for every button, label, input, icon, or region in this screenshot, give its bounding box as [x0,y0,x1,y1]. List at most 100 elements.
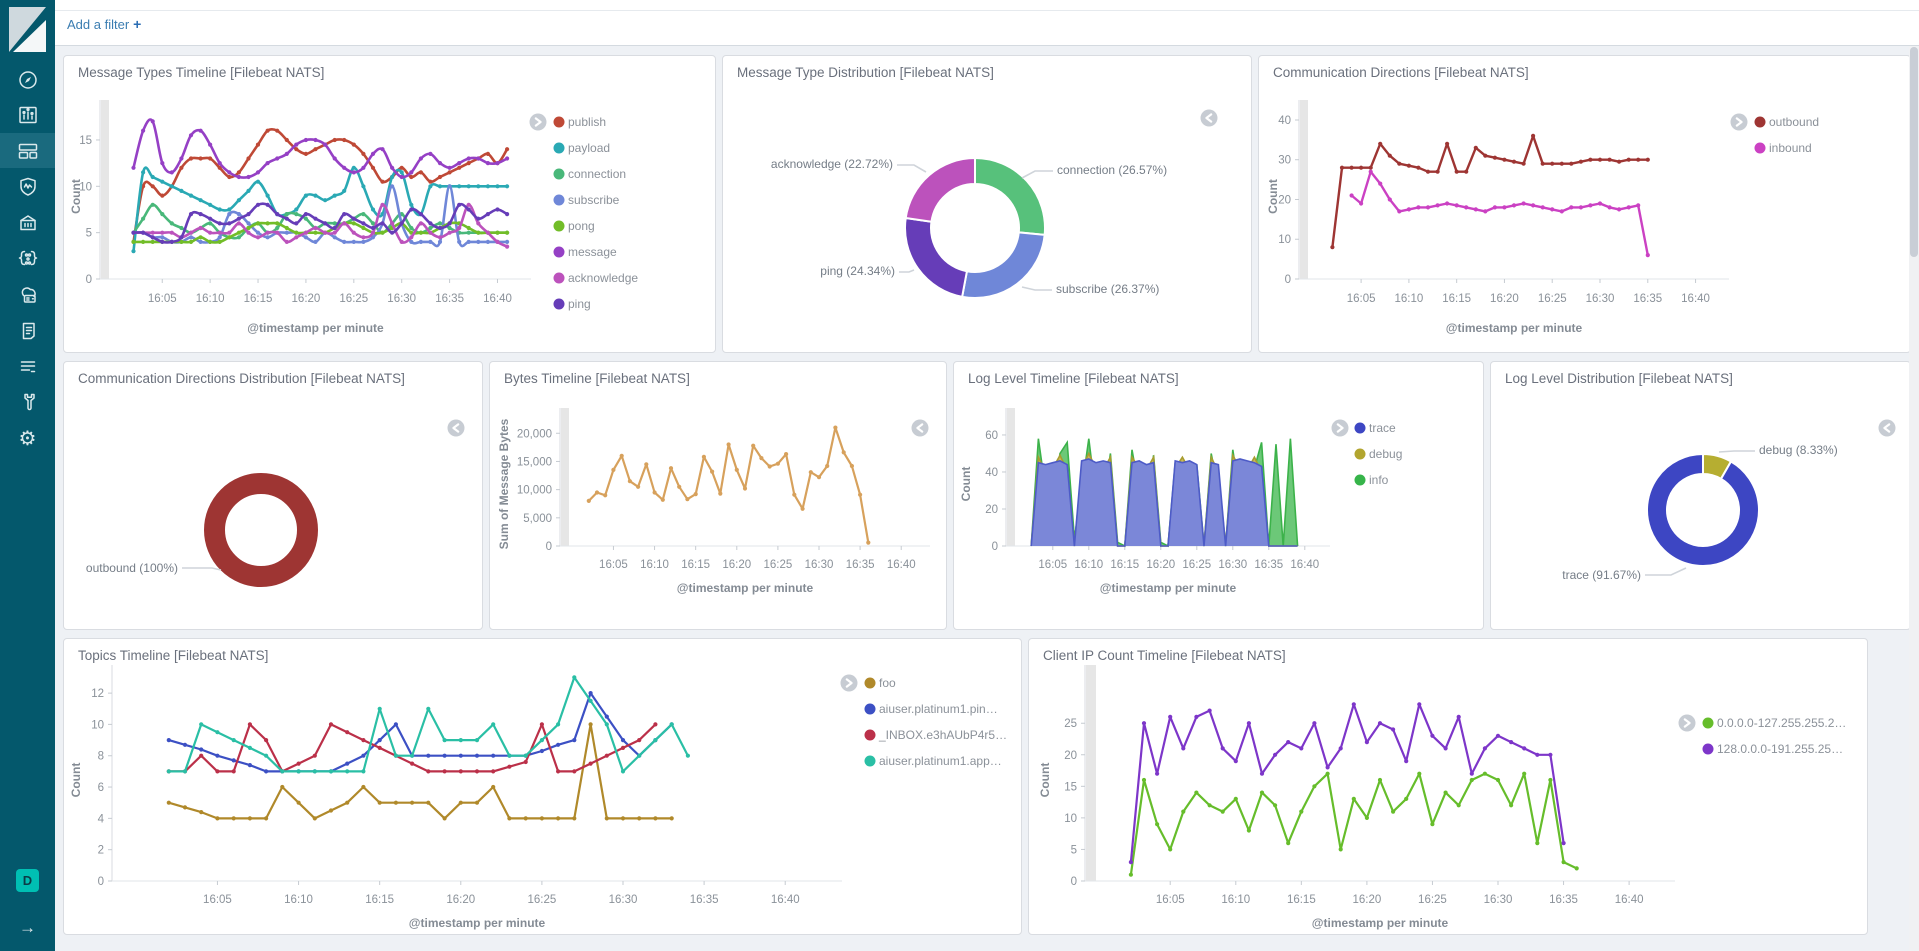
graph-nodes-icon[interactable] [0,241,55,276]
panel-message-types-timeline: Message Types Timeline [Filebeat NATS] 0… [63,55,716,353]
svg-text:16:30: 16:30 [609,894,638,906]
legend-item[interactable]: trace [1355,421,1397,435]
svg-text:40: 40 [985,467,998,479]
p9-chart-canvas[interactable]: 051015202516:0516:1016:1516:2016:2516:30… [1029,639,1867,934]
legend-item[interactable]: 128.0.0.0-191.255.25… [1703,742,1844,756]
svg-text:15,000: 15,000 [517,456,552,468]
svg-text:@timestamp per minute: @timestamp per minute [1312,916,1449,930]
donut-slice[interactable] [975,158,1045,235]
p1-chart-canvas[interactable]: 05101516:0516:1016:1516:2016:2516:3016:3… [64,56,715,352]
list-lines-icon[interactable] [0,348,55,383]
legend-item[interactable]: 0.0.0.0-127.255.255.2… [1703,716,1847,730]
bar-chart-icon[interactable] [0,97,55,132]
svg-text:16:05: 16:05 [1156,894,1185,906]
p5-chart-canvas[interactable]: 05,00010,00015,00020,00016:0516:1016:151… [490,362,946,629]
legend-item[interactable]: payload [554,141,611,155]
svg-text:16:30: 16:30 [805,559,834,571]
bank-icon[interactable] [0,205,55,240]
donut-slice[interactable] [215,484,308,577]
legend-toggle-chevron-icon[interactable] [530,114,547,131]
svg-text:16:20: 16:20 [1352,894,1381,906]
legend-item[interactable]: _INBOX.e3hAUbP4r5… [865,728,1008,742]
p4-chart-canvas[interactable]: outbound (100%) [64,362,482,629]
p6-chart-canvas[interactable]: 020406016:0516:1016:1516:2016:2516:3016:… [954,362,1483,629]
svg-text:connection: connection [568,167,626,181]
cloud-server-icon[interactable] [0,277,55,312]
legend-item[interactable]: outbound [1755,115,1820,129]
svg-text:16:30: 16:30 [1218,559,1247,571]
legend-toggle-chevron-icon[interactable] [448,420,465,437]
svg-text:16:10: 16:10 [640,559,669,571]
svg-text:acknowledge (22.72%): acknowledge (22.72%) [771,157,893,171]
svg-text:16:10: 16:10 [1394,293,1423,305]
legend-toggle-chevron-icon[interactable] [1879,420,1896,437]
scroll-icon[interactable] [0,313,55,348]
panel-bytes-timeline: Bytes Timeline [Filebeat NATS] 05,00010,… [489,361,947,630]
svg-text:16:10: 16:10 [1074,559,1103,571]
p2-chart-canvas[interactable]: connection (26.57%)subscribe (26.37%)pin… [723,56,1251,352]
dashboard-icon[interactable] [0,133,55,168]
svg-text:outbound (100%): outbound (100%) [86,561,178,575]
donut-slice[interactable] [962,232,1045,298]
donut-slice[interactable] [1647,454,1759,566]
legend-item[interactable]: subscribe [554,193,620,207]
wrench-icon[interactable] [0,384,55,419]
legend-item[interactable]: publish [554,115,607,129]
legend-item[interactable]: ping [554,297,591,311]
space-badge[interactable]: D [16,869,39,892]
legend-item[interactable]: acknowledge [554,271,639,285]
donut-slice[interactable] [905,218,967,297]
svg-text:16:30: 16:30 [1586,293,1615,305]
scrollbar-track [1909,45,1919,951]
legend-toggle-chevron-icon[interactable] [1679,715,1696,732]
legend-item[interactable]: pong [554,219,595,233]
p7-chart-canvas[interactable]: debug (8.33%)trace (91.67%) [1491,362,1910,629]
svg-text:5,000: 5,000 [523,513,552,525]
svg-text:16:40: 16:40 [887,559,916,571]
legend-toggle-chevron-icon[interactable] [912,420,929,437]
panel-log-level-timeline: Log Level Timeline [Filebeat NATS] 02040… [953,361,1484,630]
legend-item[interactable]: info [1355,473,1389,487]
svg-text:16:25: 16:25 [1418,894,1447,906]
legend-item[interactable]: aiuser.platinum1.pin… [865,702,998,716]
p3-chart-canvas[interactable]: 01020304016:0516:1016:1516:2016:2516:301… [1259,56,1910,352]
svg-text:4: 4 [98,813,105,825]
legend-item[interactable]: message [554,245,618,259]
arrow-right-icon[interactable]: → [0,918,55,938]
gear-icon[interactable]: ⚙ [0,421,55,456]
svg-text:5: 5 [1071,844,1077,856]
add-filter-label: Add a filter [67,17,129,32]
legend-toggle-chevron-icon[interactable] [841,675,858,692]
add-filter-button[interactable]: Add a filter+ [67,16,141,32]
donut-slice[interactable] [906,158,975,222]
svg-text:outbound: outbound [1769,115,1819,129]
legend-toggle-chevron-icon[interactable] [1731,114,1748,131]
svg-text:16:40: 16:40 [1681,293,1710,305]
legend-item[interactable]: inbound [1755,141,1812,155]
svg-text:16:40: 16:40 [1615,894,1644,906]
legend-item[interactable]: foo [865,676,897,690]
svg-text:16:40: 16:40 [771,894,800,906]
svg-text:Count: Count [69,179,83,214]
legend-item[interactable]: debug [1355,447,1403,461]
kibana-logo[interactable] [9,7,46,52]
svg-text:0: 0 [1071,876,1077,888]
svg-text:16:10: 16:10 [284,894,313,906]
legend-toggle-chevron-icon[interactable] [1332,420,1349,437]
svg-text:16:35: 16:35 [1549,894,1578,906]
svg-text:_INBOX.e3hAUbP4r5…: _INBOX.e3hAUbP4r5… [878,728,1007,742]
legend-toggle-chevron-icon[interactable] [1201,110,1218,127]
compass-icon[interactable] [0,62,55,97]
svg-text:10: 10 [1278,234,1291,246]
legend-item[interactable]: connection [554,167,627,181]
shield-icon[interactable] [0,169,55,204]
svg-text:20: 20 [1278,194,1291,206]
svg-text:16:35: 16:35 [1633,293,1662,305]
svg-text:16:05: 16:05 [1347,293,1376,305]
svg-text:aiuser.platinum1.app…: aiuser.platinum1.app… [879,754,1002,768]
p8-chart-canvas[interactable]: 02468101216:0516:1016:1516:2016:2516:301… [64,639,1021,934]
svg-text:10,000: 10,000 [517,485,552,497]
legend-item[interactable]: aiuser.platinum1.app… [865,754,1002,768]
svg-text:0: 0 [1285,274,1291,286]
scrollbar-thumb[interactable] [1910,47,1918,257]
